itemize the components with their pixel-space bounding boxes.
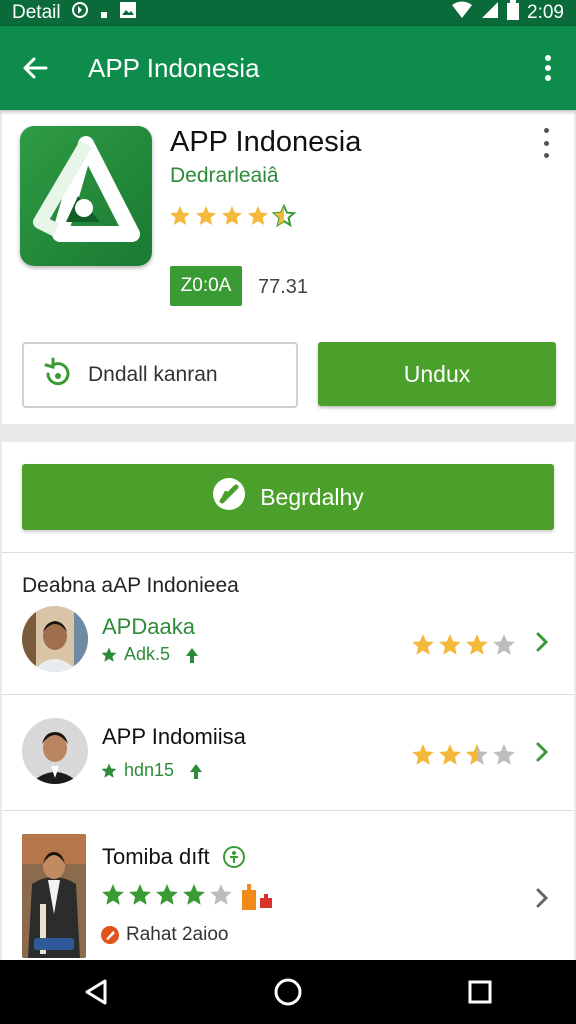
battery-icon (507, 0, 520, 26)
star-icon (102, 884, 124, 905)
star-icon (439, 744, 461, 765)
arrow-up-icon (190, 763, 203, 779)
list-item-title: APP Indomiisa (102, 724, 246, 749)
check-circle-icon (212, 477, 246, 517)
star-icon (466, 744, 488, 765)
avatar (22, 718, 88, 784)
star-icon (170, 206, 190, 225)
list-item[interactable]: Tomiba dıft Rahat 2aioo (2, 830, 574, 960)
star-icon (210, 884, 232, 905)
chevron-right-icon[interactable] (534, 630, 550, 654)
list-item-meta-text: Adk.5 (124, 644, 171, 664)
pencil-icon (101, 926, 119, 944)
recents-square-icon[interactable] (450, 962, 510, 1022)
home-circle-icon[interactable] (258, 962, 318, 1022)
star-icon (129, 884, 151, 905)
card-overflow-icon[interactable] (536, 128, 556, 158)
back-triangle-icon[interactable] (66, 962, 126, 1022)
star-icon (493, 744, 515, 765)
dot-icon (99, 2, 109, 24)
star-icon (156, 884, 178, 905)
status-bar: Detail 2:09 (0, 0, 576, 26)
list-item-rating (410, 742, 517, 768)
size-text: 77.31 (258, 276, 309, 298)
chevron-right-icon[interactable] (534, 886, 550, 910)
secondary-action-label: Dndall kanran (88, 363, 218, 386)
star-icon (412, 634, 434, 655)
status-time: 2:09 (527, 2, 564, 23)
list-item[interactable]: APDaaka Adk.5 (2, 602, 574, 694)
star-icon (183, 884, 205, 905)
app-header-card: APP Indonesia Dedrarleaiâ Z0:0A 77.31 Dn… (2, 110, 574, 424)
install-button[interactable]: Undux (318, 342, 556, 406)
developer-name[interactable]: Dedrarleaiâ (170, 164, 279, 188)
details-card: Begrdalhy Deabna aAP Indonieea APDaaka A… (2, 442, 574, 962)
app-name: APP Indonesia (170, 126, 362, 158)
divider (2, 810, 574, 811)
primary-action-label: Begrdalhy (260, 483, 364, 510)
section-title: Deabna aAP Indonieea (22, 574, 239, 597)
overflow-menu-icon[interactable] (520, 26, 576, 110)
star-icon (101, 763, 117, 778)
status-label: Detail (12, 2, 61, 23)
star-icon (493, 634, 515, 655)
list-item-rating (410, 632, 517, 658)
list-item[interactable]: APP Indomiisa hdn15 (2, 712, 574, 808)
list-item-title-wrap: Tomiba dıft (102, 844, 246, 870)
list-item-meta-text: hdn15 (124, 760, 175, 780)
divider (2, 694, 574, 695)
refresh-icon (40, 356, 74, 395)
star-icon (466, 634, 488, 655)
list-item-title: Tomiba dıft (102, 844, 210, 869)
half-star-icon (272, 204, 296, 228)
chevron-right-icon[interactable] (534, 740, 550, 764)
avatar (22, 606, 88, 672)
star-icon (248, 206, 268, 225)
photo-icon (119, 1, 137, 25)
list-item-meta-text: Rahat 2aioo (126, 924, 229, 945)
signal-icon (481, 1, 499, 25)
arrow-up-icon (186, 647, 199, 663)
star-icon (412, 744, 434, 765)
rating-stars (168, 204, 296, 228)
star-icon (101, 647, 117, 662)
avatar (22, 834, 86, 958)
secondary-action-button[interactable]: Dndall kanran (22, 342, 298, 408)
list-item-meta: hdn15 (100, 760, 204, 781)
primary-action-button[interactable]: Begrdalhy (22, 464, 554, 530)
back-arrow-icon[interactable] (0, 26, 70, 110)
navigation-bar (0, 960, 576, 1024)
verified-icon (222, 846, 245, 868)
list-item-title: APDaaka (102, 614, 195, 639)
app-bar: APP Indonesia (0, 26, 576, 110)
list-item-rating (100, 882, 234, 908)
app-bar-title: APP Indonesia (88, 52, 260, 83)
list-item-meta: Adk.5 (100, 644, 200, 665)
notification-icon (71, 1, 89, 25)
list-item-meta: Rahat 2aioo (100, 924, 228, 946)
gift-icon (238, 882, 278, 917)
star-icon (222, 206, 242, 225)
star-icon (439, 634, 461, 655)
size-badge: Z0:0A (170, 266, 242, 306)
star-icon (196, 206, 216, 225)
wifi-icon (451, 1, 473, 25)
divider (2, 552, 574, 553)
app-logo-icon[interactable] (20, 126, 152, 266)
